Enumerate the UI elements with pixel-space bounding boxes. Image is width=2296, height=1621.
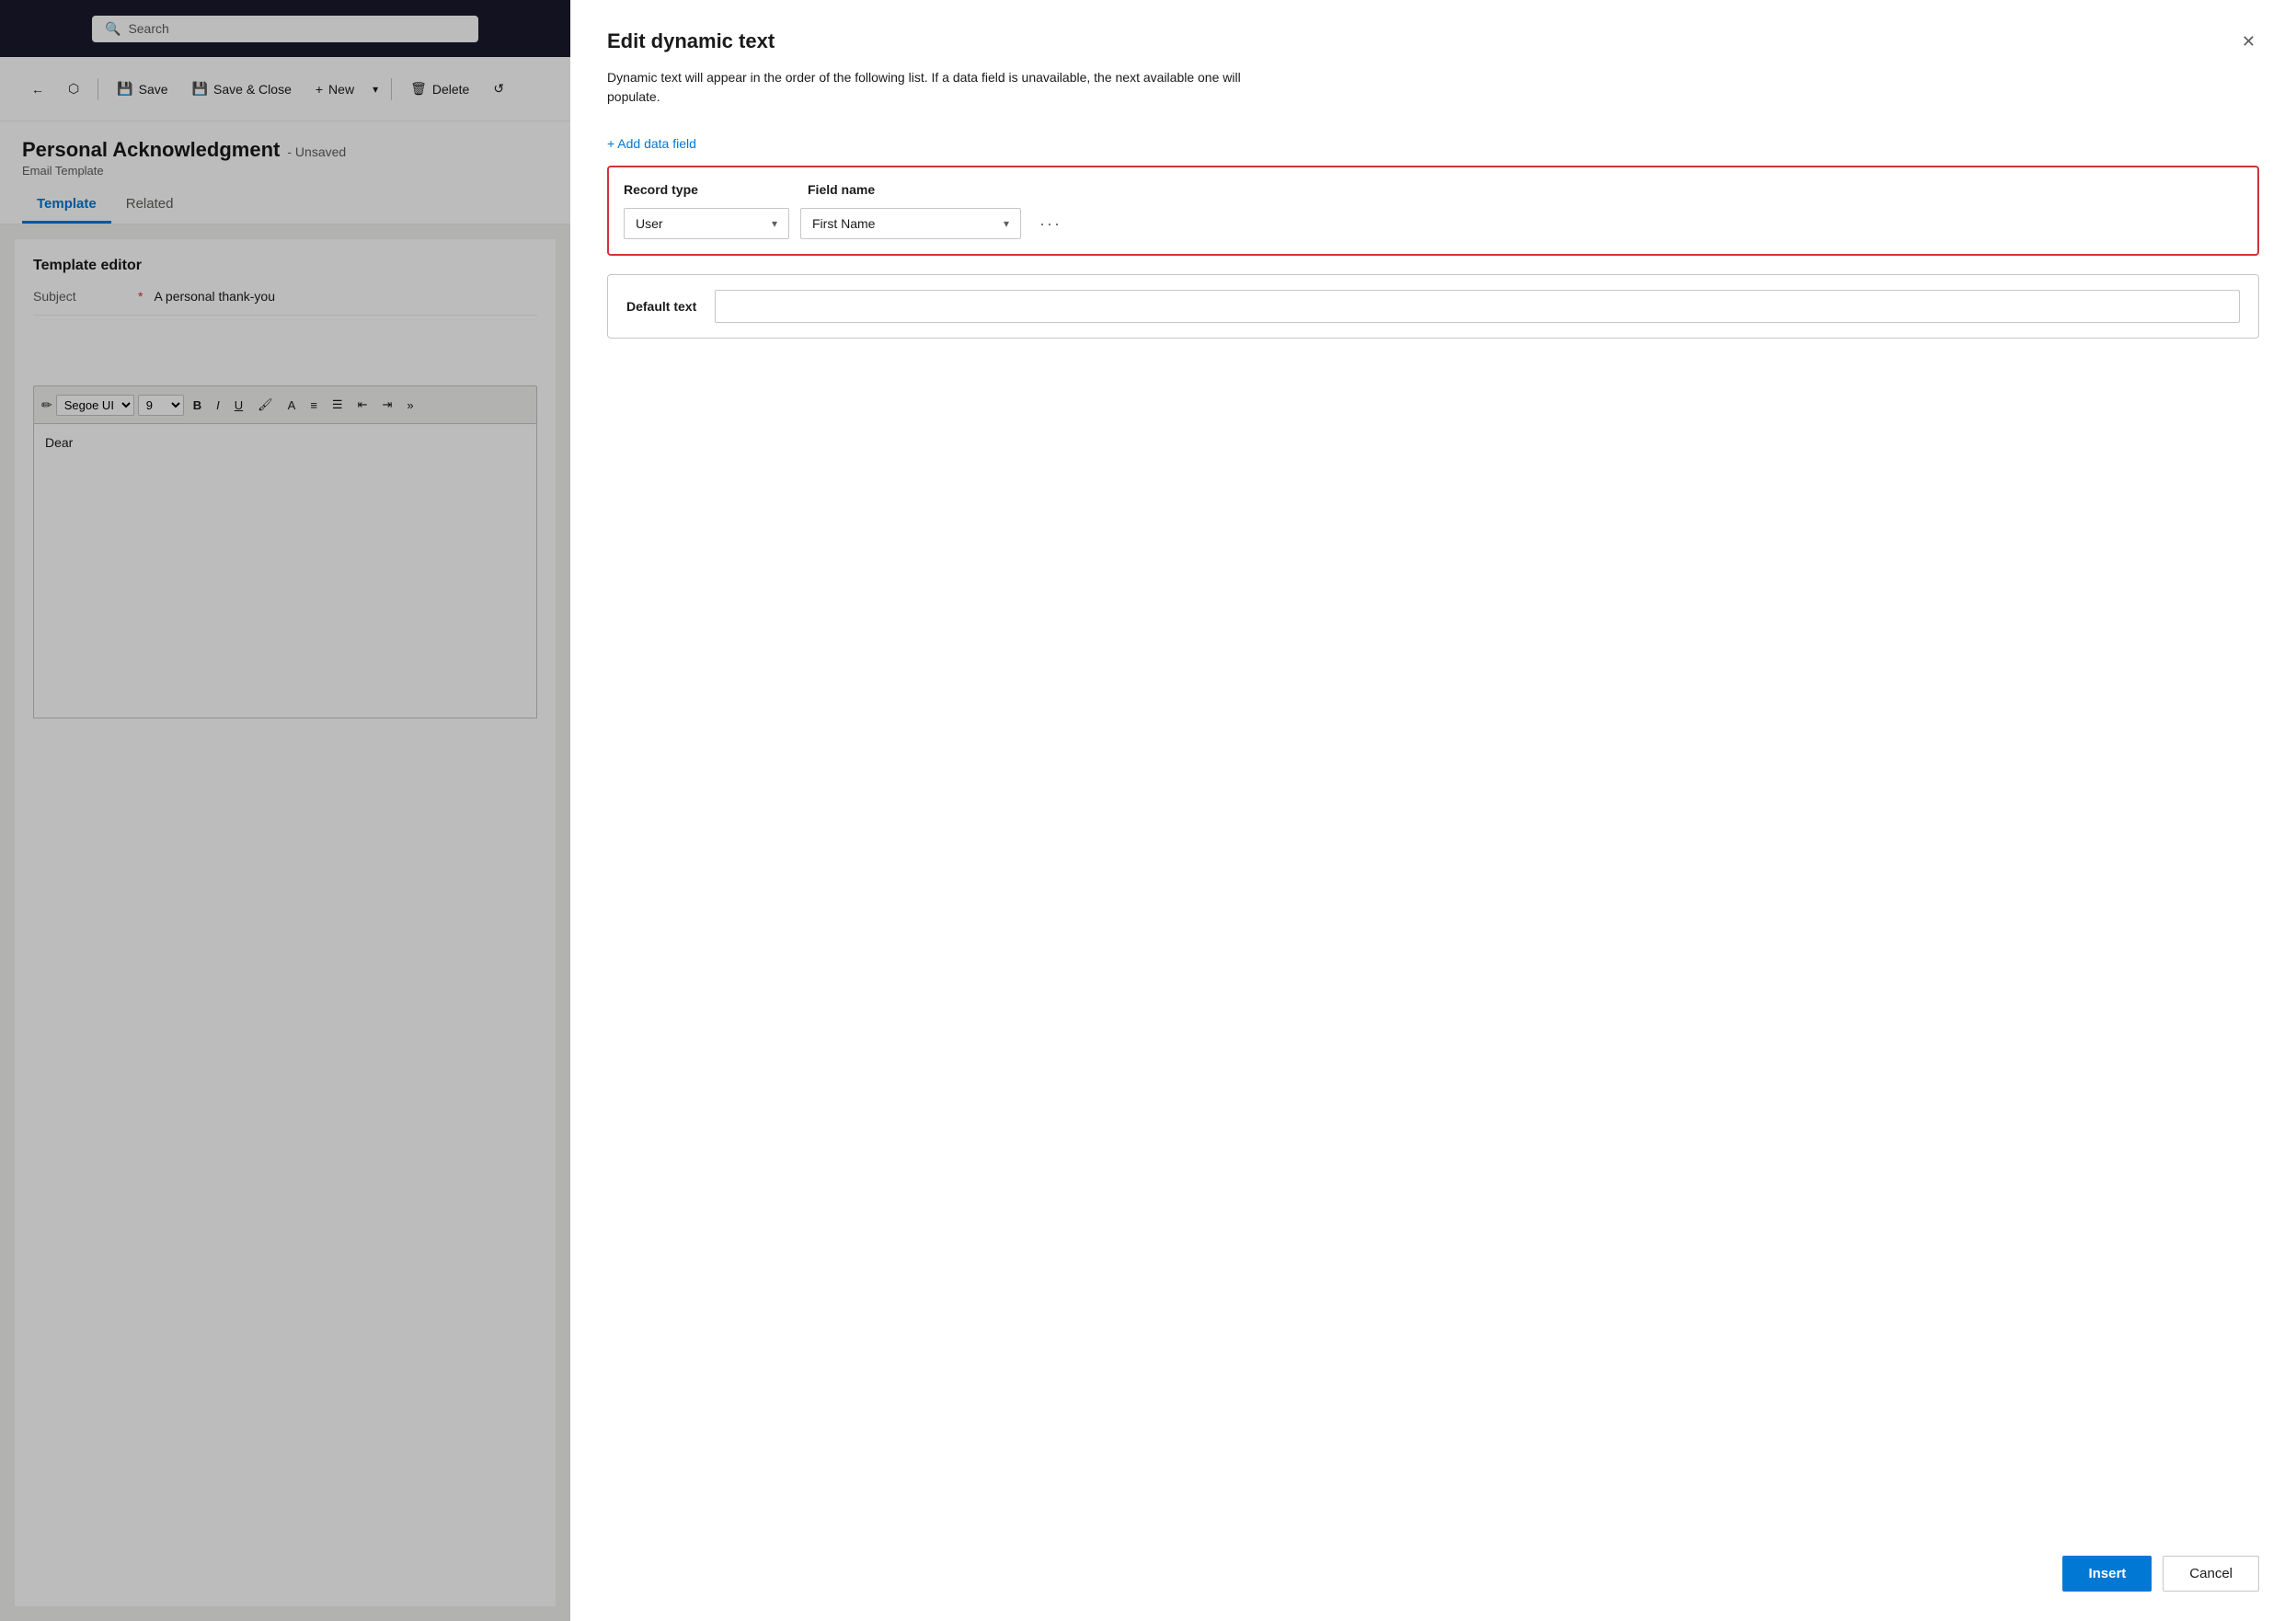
insert-button[interactable]: Insert [2062,1556,2152,1592]
share-icon: ⬡ [68,81,79,97]
page-subtitle: Email Template [22,164,548,178]
save-close-button[interactable]: 💾 Save & Close [183,75,301,102]
field-name-value: First Name [812,216,875,231]
subject-label: Subject [33,289,125,304]
record-type-value: User [636,216,663,231]
tab-template[interactable]: Template [22,189,111,224]
page-header: Personal Acknowledgment - Unsaved Email … [0,121,570,224]
dropdown-arrow[interactable]: ▾ [369,79,382,99]
field-name-header: Field name [808,182,2243,197]
divider-1 [33,315,537,316]
data-field-header: Record type Field name [624,182,2243,197]
template-editor: Template editor Subject * A personal tha… [15,239,556,1606]
data-field-section: Record type Field name User ▾ First Name… [607,166,2259,256]
required-star: * [138,289,143,304]
delete-button[interactable]: 🗑 Delete [401,75,478,102]
toolbar: ← ⬡ 💾 Save 💾 Save & Close + New ▾ 🗑 Dele… [0,57,570,121]
font-size-select[interactable]: 9 [138,395,184,416]
more-options-button[interactable]: ··· [1032,211,1069,237]
dialog-footer: Insert Cancel [607,1537,2259,1592]
save-button[interactable]: 💾 Save [108,75,177,102]
tabs: Template Related [22,189,548,224]
default-text-label: Default text [626,299,696,314]
search-box[interactable]: 🔍 Search [92,16,478,42]
font-family-select[interactable]: Segoe UI [56,395,134,416]
bullets-button[interactable]: ☰ [327,394,349,416]
new-button[interactable]: + New [306,76,363,102]
bold-button[interactable]: B [188,395,207,416]
unsaved-badge: - Unsaved [287,144,346,159]
save-close-icon: 💾 [192,81,208,97]
add-data-field-button[interactable]: + Add data field [607,132,2259,155]
format-toolbar: ✏ Segoe UI 9 B I U 🖌 A ≡ ☰ ⇤ ⇥ » [33,385,537,424]
page-title: Personal Acknowledgment [22,138,280,162]
pencil-icon: ✏ [41,397,52,413]
quote-button[interactable]: » [401,395,419,416]
dialog: Edit dynamic text ✕ Dynamic text will ap… [570,0,2296,1621]
default-text-input[interactable] [715,290,2240,323]
cancel-button[interactable]: Cancel [2163,1556,2259,1592]
font-color-button[interactable]: A [282,395,302,416]
search-icon: 🔍 [105,21,121,37]
field-name-dropdown[interactable]: First Name ▾ [800,208,1021,239]
save-icon: 💾 [117,81,132,97]
refresh-icon: ↺ [493,81,504,97]
separator-2 [391,78,392,100]
subject-value: A personal thank-you [154,289,537,304]
tab-related[interactable]: Related [111,189,189,224]
outdent-button[interactable]: ⇤ [352,394,373,416]
back-button[interactable]: ← [22,76,53,102]
record-type-header: Record type [624,182,808,197]
right-panel: Edit dynamic text ✕ Dynamic text will ap… [570,0,2296,1621]
data-field-row: User ▾ First Name ▾ ··· [624,208,2243,239]
spacer [33,330,537,385]
italic-button[interactable]: I [211,395,225,416]
underline-button[interactable]: U [229,395,248,416]
subject-row: Subject * A personal thank-you [33,289,537,304]
top-bar: 🔍 Search [0,0,570,57]
default-text-section: Default text [607,274,2259,339]
indent-button[interactable]: ⇥ [376,394,397,416]
search-placeholder: Search [128,21,168,36]
close-button[interactable]: ✕ [2238,29,2259,53]
highlight-button[interactable]: 🖌 [252,394,279,416]
back-icon: ← [31,82,44,97]
new-icon: + [316,82,323,97]
editor-body-text: Dear [45,435,73,450]
refresh-button[interactable]: ↺ [484,75,513,102]
editor-title: Template editor [33,258,537,274]
dialog-title: Edit dynamic text [607,29,775,53]
editor-body[interactable]: Dear [33,424,537,719]
dialog-header: Edit dynamic text ✕ [607,29,2259,53]
record-type-chevron: ▾ [772,217,777,230]
dialog-description: Dynamic text will appear in the order of… [607,68,1251,107]
share-button[interactable]: ⬡ [59,75,88,102]
align-left-button[interactable]: ≡ [304,395,323,416]
record-type-dropdown[interactable]: User ▾ [624,208,789,239]
field-name-chevron: ▾ [1004,217,1009,230]
delete-icon: 🗑 [410,81,427,97]
